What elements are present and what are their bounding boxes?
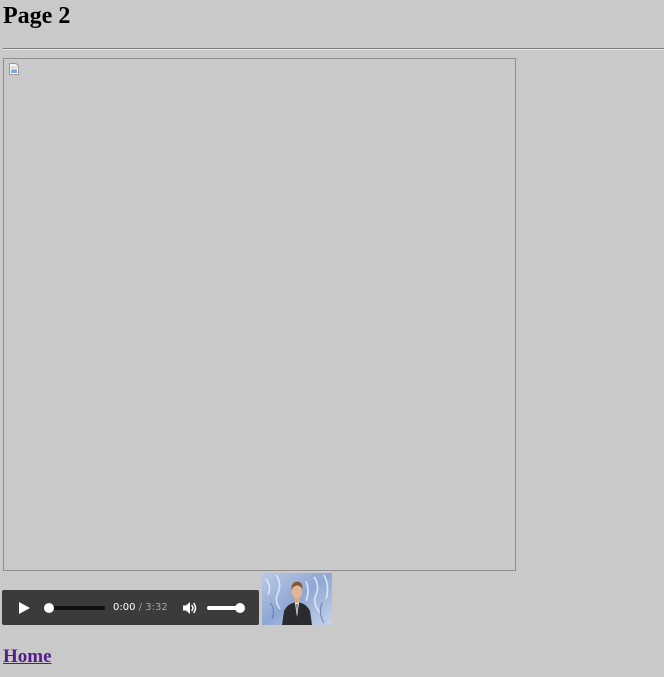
horizontal-rule — [3, 48, 664, 50]
duration: 3:32 — [145, 602, 168, 613]
thumbnail-image — [262, 573, 332, 625]
seek-bar[interactable] — [48, 606, 105, 610]
time-separator: / — [138, 602, 143, 613]
video-thumbnail — [262, 573, 332, 625]
current-time: 0:00 — [113, 602, 136, 613]
audio-player[interactable]: 0:00 / 3:32 — [2, 590, 259, 625]
seek-thumb[interactable] — [44, 603, 54, 613]
volume-thumb[interactable] — [235, 603, 245, 613]
time-readout: 0:00 / 3:32 — [113, 601, 168, 615]
home-link[interactable]: Home — [3, 646, 52, 668]
broken-image — [3, 58, 516, 571]
speaker-icon[interactable] — [182, 600, 198, 616]
page-title: Page 2 — [3, 3, 71, 29]
broken-image-icon — [9, 63, 19, 75]
play-icon[interactable] — [16, 600, 32, 616]
